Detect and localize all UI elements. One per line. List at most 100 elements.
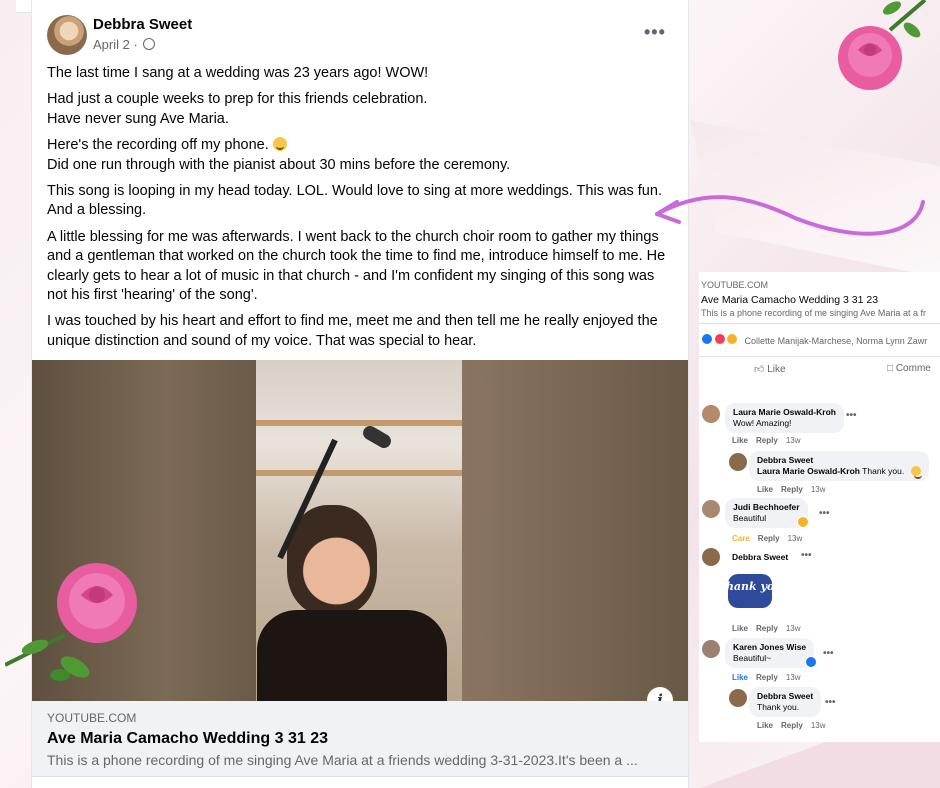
post-date-text: April 2 ·	[93, 37, 142, 52]
care-reaction-icon	[726, 333, 739, 345]
comment-meta: Like Reply 13w	[732, 436, 801, 445]
comment-options-icon[interactable]: •••	[825, 697, 836, 708]
avatar[interactable]	[729, 689, 747, 707]
video-wall-right	[462, 360, 688, 701]
thank-you-sticker: Thank you	[726, 574, 774, 608]
rose-icon	[838, 0, 927, 90]
comment-bubble: Laura Marie Oswald-Kroh Wow! Amazing!	[725, 403, 844, 433]
comment-text: Beautiful~	[733, 653, 772, 663]
video-beam	[256, 470, 462, 476]
avatar[interactable]	[729, 453, 747, 471]
curved-arrow-icon	[655, 195, 925, 236]
link-preview[interactable]: YOUTUBE.COM Ave Maria Camacho Wedding 3 …	[32, 701, 688, 777]
comment-bubble: Karen Jones Wise Beautiful~	[725, 638, 815, 668]
comment-options-icon[interactable]: •••	[801, 550, 812, 561]
post-author[interactable]: Debbra Sweet	[93, 16, 192, 33]
comment-like-link[interactable]: Like	[757, 721, 773, 730]
post-paragraph: I was touched by his heart and effort to…	[47, 313, 658, 349]
smiley-emoji-icon	[910, 466, 922, 479]
like-reaction-icon	[701, 333, 713, 345]
more-options-button[interactable]: •••	[644, 22, 666, 43]
avatar[interactable]	[702, 640, 720, 658]
comment-author[interactable]: Karen Jones Wise	[733, 642, 806, 653]
post-paragraph-text: Here's the recording off my phone.	[47, 137, 269, 154]
post-paragraph: The last time I sang at a wedding was 23…	[47, 65, 429, 81]
comment-reply-link[interactable]: Reply	[756, 673, 778, 682]
comment-like-link[interactable]: Like	[757, 485, 773, 494]
comment-time[interactable]: 13w	[811, 721, 826, 730]
comment-text: Thank you.	[757, 702, 800, 712]
reactions-names: Collette Manijak-Marchese, Norma Lynn Za…	[744, 336, 928, 346]
globe-icon	[143, 38, 156, 50]
link-title[interactable]: Ave Maria Camacho Wedding 3 31 23	[47, 730, 328, 748]
comment-bubble: Judi Bechhoefer Beautiful	[725, 498, 808, 528]
comment-button[interactable]: □ Comme	[887, 363, 931, 374]
avatar[interactable]	[47, 15, 87, 55]
comments-panel: YOUTUBE.COM Ave Maria Camacho Wedding 3 …	[699, 272, 940, 742]
link-description: This is a phone recording of me singing …	[47, 752, 638, 768]
reactions-summary[interactable]: Collette Manijak-Marchese, Norma Lynn Za…	[701, 333, 927, 346]
panel-link-source: YOUTUBE.COM	[701, 280, 769, 290]
comment-time[interactable]: 13w	[786, 624, 801, 633]
comment-meta: Like Reply 13w	[732, 673, 801, 682]
panel-link-description: This is a phone recording of me singing …	[701, 308, 926, 318]
comment-reply-link[interactable]: Reply	[756, 436, 778, 445]
smiley-emoji-icon	[272, 137, 287, 152]
divider	[699, 323, 940, 324]
comment-author[interactable]: Judi Bechhoefer	[733, 502, 800, 513]
post-text: The last time I sang at a wedding was 23…	[47, 64, 672, 358]
comment-author[interactable]: Laura Marie Oswald-Kroh	[733, 407, 836, 418]
action-bar: 👍︎ Like □ Comme	[699, 356, 940, 381]
singer-body	[257, 610, 447, 701]
comment-time[interactable]: 13w	[786, 673, 801, 682]
comment-like-link[interactable]: Like	[732, 673, 748, 682]
comment-meta: Like Reply 13w	[757, 485, 826, 494]
comment-label: Comme	[895, 363, 931, 374]
avatar[interactable]	[702, 548, 720, 566]
comment-like-link[interactable]: Like	[732, 624, 748, 633]
post-date[interactable]: April 2 ·	[93, 37, 156, 52]
panel-link-title[interactable]: Ave Maria Camacho Wedding 3 31 23	[701, 294, 878, 306]
singer-head	[287, 505, 377, 615]
comment-time[interactable]: 13w	[788, 534, 803, 543]
like-label: Like	[767, 364, 786, 375]
comment-time[interactable]: 13w	[786, 436, 801, 445]
comment-options-icon[interactable]: •••	[823, 648, 834, 659]
avatar[interactable]	[702, 405, 720, 423]
comment-meta: Like Reply 13w	[757, 721, 826, 730]
comment-time[interactable]: 13w	[811, 485, 826, 494]
comment-author[interactable]: Debbra Sweet	[757, 691, 813, 702]
care-reaction-icon	[797, 516, 809, 528]
comment-text: Thank you.	[859, 466, 905, 476]
comment-bubble: Debbra Sweet Thank you.	[749, 687, 822, 717]
comment-meta: Like Reply 13w	[732, 624, 801, 633]
mention-link[interactable]: Laura Marie Oswald-Kroh	[757, 466, 860, 476]
sticker-text: Thank you	[726, 580, 774, 593]
like-button[interactable]: 👍︎ Like	[754, 363, 786, 375]
post-paragraph: A little blessing for me was afterwards.…	[47, 228, 666, 304]
comment-options-icon[interactable]: •••	[846, 410, 857, 421]
comment-reply-link[interactable]: Reply	[758, 534, 780, 543]
comment-reply-link[interactable]: Reply	[756, 624, 778, 633]
link-source: YOUTUBE.COM	[47, 711, 137, 725]
love-reaction-icon	[713, 333, 726, 345]
comment-like-link[interactable]: Care	[732, 534, 750, 543]
post-paragraph: Here's the recording off my phone.	[47, 136, 672, 155]
comment-like-link[interactable]: Like	[732, 436, 748, 445]
comment-author[interactable]: Debbra Sweet	[732, 552, 788, 562]
thumbs-up-icon: 👍︎	[754, 364, 768, 375]
comment-icon: □	[887, 363, 896, 374]
comment-options-icon[interactable]: •••	[819, 508, 830, 519]
post-paragraph: Did one run through with the pianist abo…	[47, 156, 511, 173]
comment-text: Wow! Amazing!	[733, 418, 792, 428]
comment-reply-link[interactable]: Reply	[781, 485, 803, 494]
like-reaction-icon	[805, 656, 817, 668]
post-paragraph: This song is looping in my head today. L…	[47, 183, 662, 219]
comment-meta: Care Reply 13w	[732, 534, 802, 543]
comment-bubble: Debbra Sweet Laura Marie Oswald-Kroh Than…	[749, 451, 929, 481]
comment-reply-link[interactable]: Reply	[781, 721, 803, 730]
avatar[interactable]	[702, 500, 720, 518]
rose-icon	[5, 563, 137, 681]
post-paragraph: Had just a couple weeks to prep for this…	[47, 91, 428, 127]
comment-author[interactable]: Debbra Sweet	[757, 455, 921, 466]
